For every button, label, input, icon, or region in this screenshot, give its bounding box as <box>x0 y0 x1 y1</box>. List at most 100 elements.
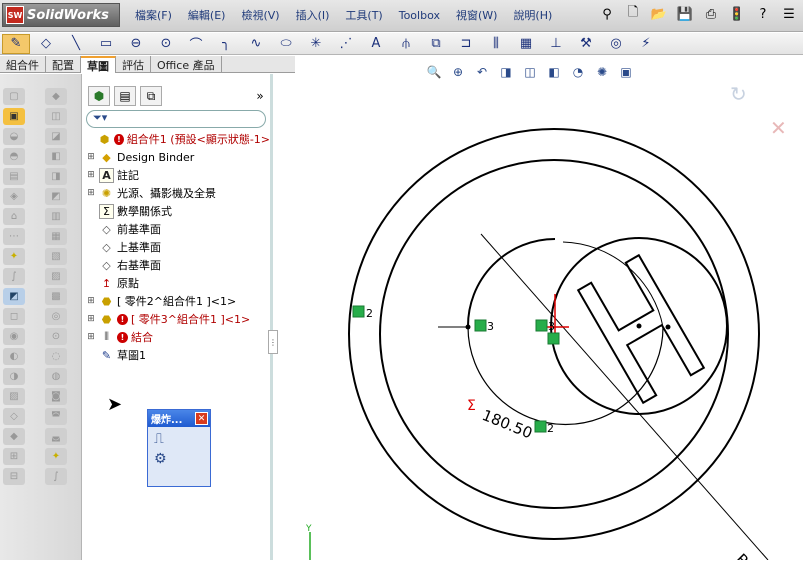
tab-evaluate[interactable]: 評估 <box>116 56 151 73</box>
tool-icon[interactable]: ▢ <box>3 88 25 105</box>
funnel-icon[interactable]: ⏷▾ <box>93 111 107 124</box>
tool-icon[interactable]: ⊟ <box>3 468 25 485</box>
tool-icon[interactable]: ◌ <box>45 348 67 365</box>
expand-icon[interactable]: ⊞ <box>86 314 96 324</box>
sketch-point[interactable] <box>465 324 471 330</box>
menu-insert[interactable]: 插入(I) <box>288 7 338 23</box>
quick-snaps-icon[interactable]: ◎ <box>602 34 630 54</box>
solidworks-logo[interactable]: SW SolidWorks <box>2 3 120 27</box>
relation-icon[interactable] <box>535 319 548 332</box>
tool-icon[interactable]: ▣ <box>3 108 25 125</box>
circle-icon[interactable]: ⊙ <box>152 34 180 54</box>
tool-icon[interactable]: ⊙ <box>45 328 67 345</box>
sketch-canvas[interactable]: 2 3 3 2 Σ 180.50 R3 Y <box>273 74 803 563</box>
tool-icon[interactable]: ▨ <box>45 268 67 285</box>
tool-icon[interactable]: ∫ <box>45 468 67 485</box>
tool-icon[interactable]: ∫ <box>3 268 25 285</box>
tree-item-part2[interactable]: ⊞ ⬣ [ 零件2^組合件1 ]<1> <box>86 292 270 310</box>
tree-item-top-plane[interactable]: ◇ 上基準面 <box>86 238 270 256</box>
help-icon[interactable]: ? <box>752 3 774 25</box>
radius-dimension[interactable]: R3 <box>732 550 759 563</box>
tool-icon[interactable]: ◫ <box>45 108 67 125</box>
relation-icon[interactable] <box>474 319 487 332</box>
pattern-icon[interactable]: ▦ <box>512 34 540 54</box>
relation-icon[interactable] <box>534 420 547 433</box>
smart-dimension-icon[interactable]: ◇ <box>32 34 60 54</box>
expand-icon[interactable]: ⊞ <box>86 296 96 306</box>
tool-icon[interactable]: ◇ <box>3 408 25 425</box>
tool-icon[interactable]: ▥ <box>45 208 67 225</box>
cancel-x-icon[interactable]: ✕ <box>770 116 787 140</box>
tool-icon[interactable]: ✦ <box>45 448 67 465</box>
tool-icon[interactable]: ◆ <box>45 88 67 105</box>
tree-item-design-binder[interactable]: ⊞ ◆ Design Binder <box>86 148 270 166</box>
construction-arc[interactable] <box>466 238 556 328</box>
relation-icon[interactable] <box>352 305 365 318</box>
graphics-area[interactable]: 2 3 3 2 Σ 180.50 R3 Y <box>273 74 803 563</box>
convert-entities-icon[interactable]: ⧉ <box>422 34 450 54</box>
dimension-value[interactable]: 180.50 <box>480 406 535 442</box>
trim-icon[interactable]: ⫛ <box>392 34 420 54</box>
tool-icon[interactable]: ◻ <box>3 308 25 325</box>
expand-icon[interactable]: ⊞ <box>86 332 96 342</box>
menu-file[interactable]: 檔案(F) <box>127 7 180 23</box>
open-folder-icon[interactable]: 📂 <box>648 3 670 25</box>
expand-icon[interactable]: ⊞ <box>86 188 96 198</box>
tree-root[interactable]: ⬢ ! 組合件1 (預設<顯示狀態-1> <box>86 130 270 148</box>
repair-icon[interactable]: ⚒ <box>572 34 600 54</box>
tool-icon[interactable]: ✦ <box>3 248 25 265</box>
tree-item-sketch1[interactable]: ✎ 草圖1 <box>86 346 270 364</box>
tree-item-right-plane[interactable]: ◇ 右基準面 <box>86 256 270 274</box>
sketch-point[interactable] <box>636 323 642 329</box>
tool-icon[interactable]: ◈ <box>3 188 25 205</box>
tab-assembly[interactable]: 組合件 <box>0 56 46 73</box>
expand-chevron-icon[interactable]: » <box>250 86 270 106</box>
tree-item-equations[interactable]: Σ 數學關係式 <box>86 202 270 220</box>
menu-window[interactable]: 視窗(W) <box>448 7 505 23</box>
tree-item-lights[interactable]: ⊞ ✺ 光源、攝影機及全景 <box>86 184 270 202</box>
relations-icon[interactable]: ⊥ <box>542 34 570 54</box>
tool-icon[interactable]: ▦ <box>45 228 67 245</box>
centerline-icon[interactable]: ⋰ <box>332 34 360 54</box>
tool-icon[interactable]: ◓ <box>3 148 25 165</box>
print-icon[interactable]: ⎙ <box>700 3 722 25</box>
tree-filter-field[interactable]: ⏷▾ <box>86 110 266 128</box>
rebuild-check-icon[interactable]: ↻ <box>730 82 747 106</box>
spline-icon[interactable]: ∿ <box>242 34 270 54</box>
property-manager-icon[interactable]: ▤ <box>114 86 136 106</box>
tool-icon[interactable]: ▤ <box>3 168 25 185</box>
expand-icon[interactable]: ⊞ <box>86 152 96 162</box>
tool-icon[interactable]: ◛ <box>45 428 67 445</box>
tree-item-annotations[interactable]: ⊞ A 註記 <box>86 166 270 184</box>
mirror-icon[interactable]: ⫼ <box>482 34 510 54</box>
tool-icon[interactable]: ◎ <box>45 308 67 325</box>
menu-help[interactable]: 說明(H) <box>505 7 560 23</box>
rapid-sketch-icon[interactable]: ⚡ <box>632 34 660 54</box>
menu-edit[interactable]: 編輯(E) <box>180 7 234 23</box>
new-document-icon[interactable]: 🗋 <box>622 3 644 25</box>
point-icon[interactable]: ✳ <box>302 34 330 54</box>
line-icon[interactable]: ╲ <box>62 34 90 54</box>
tool-icon[interactable]: ◧ <box>45 148 67 165</box>
tool-icon[interactable]: ⋯ <box>3 228 25 245</box>
tool-icon[interactable]: ⊞ <box>3 448 25 465</box>
tool-icon[interactable]: ◒ <box>3 128 25 145</box>
tool-icon[interactable]: ◑ <box>3 368 25 385</box>
save-icon[interactable]: 💾 <box>674 3 696 25</box>
close-icon[interactable]: ✕ <box>195 412 208 425</box>
tree-item-front-plane[interactable]: ◇ 前基準面 <box>86 220 270 238</box>
menu-view[interactable]: 檢視(V) <box>233 7 287 23</box>
feature-manager-icon[interactable]: ⬢ <box>88 86 110 106</box>
tool-icon[interactable]: ◙ <box>45 388 67 405</box>
tool-icon[interactable]: ◨ <box>45 168 67 185</box>
rebuild-icon[interactable]: 🚦 <box>726 3 748 25</box>
tool-icon[interactable]: ▧ <box>45 248 67 265</box>
relation-icon[interactable] <box>547 332 560 345</box>
fillet-icon[interactable]: ╮ <box>212 34 240 54</box>
tree-item-mates[interactable]: ⊞ ⫴! 結合 <box>86 328 270 346</box>
menu-tools[interactable]: 工具(T) <box>337 7 390 23</box>
letter-h-profile[interactable] <box>576 253 706 405</box>
offset-icon[interactable]: ⊐ <box>452 34 480 54</box>
tool-icon[interactable]: ◩ <box>3 288 25 305</box>
tab-office-products[interactable]: Office 產品 <box>151 56 222 73</box>
